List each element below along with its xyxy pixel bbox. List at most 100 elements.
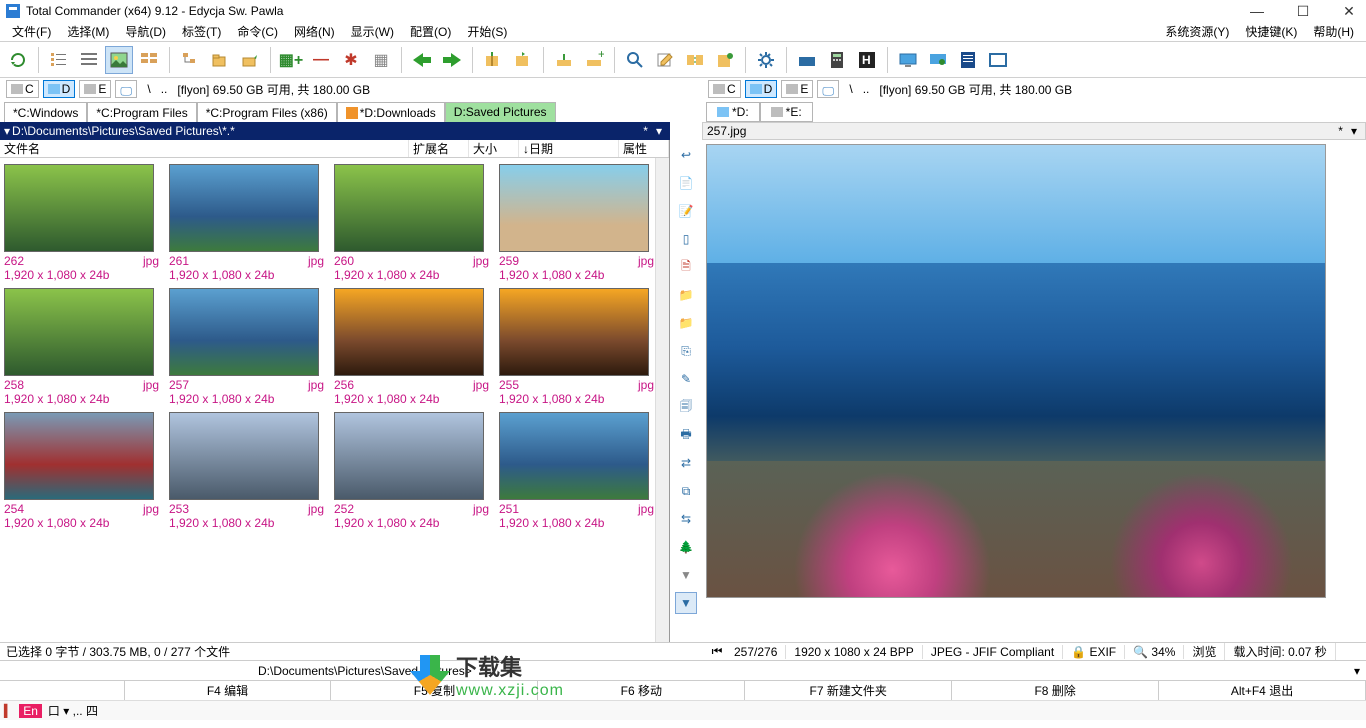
scrollbar-vertical[interactable] bbox=[655, 158, 669, 642]
refresh-icon[interactable] bbox=[4, 46, 32, 74]
blank-file-icon[interactable]: ▯ bbox=[675, 228, 697, 250]
thumbnail-item[interactable]: 257jpg 1,920 x 1,080 x 24b bbox=[169, 288, 324, 406]
tab-downloads[interactable]: *D:Downloads bbox=[337, 102, 445, 122]
updir-left[interactable]: .. bbox=[161, 82, 168, 96]
preview-image[interactable] bbox=[706, 144, 1326, 598]
drive-net-right[interactable]: 🖵 bbox=[817, 80, 839, 98]
updir-right[interactable]: .. bbox=[863, 82, 870, 96]
cmd-icon[interactable] bbox=[793, 46, 821, 74]
compare-content-icon[interactable]: ⧉ bbox=[675, 480, 697, 502]
left-path-bar[interactable]: ▾ D:\Documents\Pictures\Saved Pictures\*… bbox=[0, 122, 670, 140]
tab-d-drive[interactable]: *D: bbox=[706, 102, 760, 122]
drive-c-left[interactable]: C bbox=[6, 80, 39, 98]
tab-program-files-x86[interactable]: *C:Program Files (x86) bbox=[197, 102, 337, 122]
drive-e-right[interactable]: E bbox=[781, 80, 813, 98]
history-drop-left[interactable]: ▾ bbox=[652, 124, 666, 138]
view-brief-icon[interactable] bbox=[135, 46, 163, 74]
new-folder-icon[interactable]: 📁 bbox=[675, 284, 697, 306]
col-ext[interactable]: 扩展名 bbox=[409, 140, 469, 157]
drive-e-left[interactable]: E bbox=[79, 80, 111, 98]
view-details-icon[interactable] bbox=[75, 46, 103, 74]
f4-edit[interactable]: F4 编辑 bbox=[125, 681, 332, 700]
col-date[interactable]: ↓日期 bbox=[519, 140, 619, 157]
col-size[interactable]: 大小 bbox=[469, 140, 519, 157]
drive-net-left[interactable]: 🖵 bbox=[115, 80, 137, 98]
first-icon[interactable]: ⏮ bbox=[708, 644, 726, 659]
tab-e-drive[interactable]: *E: bbox=[760, 102, 813, 122]
drive-d-right[interactable]: D bbox=[745, 80, 778, 98]
ftp-connect-icon[interactable] bbox=[550, 46, 578, 74]
settings-icon[interactable] bbox=[752, 46, 780, 74]
favorites-star-left[interactable]: * bbox=[639, 124, 652, 138]
thumbnail-item[interactable]: 252jpg 1,920 x 1,080 x 24b bbox=[334, 412, 489, 530]
menu-tabs[interactable]: 标签(T) bbox=[174, 23, 229, 40]
tab-program-files[interactable]: *C:Program Files bbox=[87, 102, 196, 122]
hex-icon[interactable]: H bbox=[853, 46, 881, 74]
favorites-star-right[interactable]: * bbox=[1334, 124, 1347, 138]
lang-flag-icon[interactable]: ▍ bbox=[4, 704, 13, 718]
sync-icon[interactable] bbox=[681, 46, 709, 74]
menu-commands[interactable]: 命令(C) bbox=[229, 23, 286, 40]
forward-icon[interactable] bbox=[438, 46, 466, 74]
calc-size-icon[interactable]: 🗐 bbox=[675, 396, 697, 418]
altf4-exit[interactable]: Alt+F4 退出 bbox=[1159, 681, 1366, 700]
new-file-icon[interactable]: 📄 bbox=[675, 172, 697, 194]
menu-show[interactable]: 显示(W) bbox=[343, 23, 402, 40]
folder-up-icon[interactable] bbox=[236, 46, 264, 74]
root-sep-right[interactable]: \ bbox=[849, 82, 852, 96]
rename-icon[interactable] bbox=[651, 46, 679, 74]
thumbnails-grid[interactable]: 262jpg 1,920 x 1,080 x 24b 261jpg 1,920 … bbox=[0, 158, 655, 642]
thumbnail-item[interactable]: 259jpg 1,920 x 1,080 x 24b bbox=[499, 164, 654, 282]
view-thumbs-icon[interactable] bbox=[105, 46, 133, 74]
menu-net[interactable]: 网络(N) bbox=[286, 23, 343, 40]
thumbnail-item[interactable]: 251jpg 1,920 x 1,080 x 24b bbox=[499, 412, 654, 530]
delete-folder-icon[interactable]: 📁 bbox=[675, 312, 697, 334]
search-icon[interactable] bbox=[621, 46, 649, 74]
menu-nav[interactable]: 导航(D) bbox=[117, 23, 174, 40]
menu-select[interactable]: 选择(M) bbox=[59, 23, 117, 40]
reselect-icon[interactable]: ▦ bbox=[367, 46, 395, 74]
ftp-new-icon[interactable]: + bbox=[580, 46, 608, 74]
status-zoom[interactable]: 🔍 34% bbox=[1125, 645, 1184, 659]
cmd-history-drop[interactable]: ▾ bbox=[1348, 664, 1366, 678]
thumbnail-item[interactable]: 253jpg 1,920 x 1,080 x 24b bbox=[169, 412, 324, 530]
thumbnail-item[interactable]: 261jpg 1,920 x 1,080 x 24b bbox=[169, 164, 324, 282]
select-minus-icon[interactable]: — bbox=[307, 46, 335, 74]
thumbnail-item[interactable]: 262jpg 1,920 x 1,080 x 24b bbox=[4, 164, 159, 282]
menu-help[interactable]: 帮助(H) bbox=[1305, 23, 1362, 40]
status-browse[interactable]: 浏览 bbox=[1184, 643, 1225, 660]
menu-file[interactable]: 文件(F) bbox=[4, 23, 59, 40]
col-attr[interactable]: 属性 bbox=[619, 140, 669, 157]
notepad-icon[interactable] bbox=[954, 46, 982, 74]
view-list-icon[interactable] bbox=[45, 46, 73, 74]
tree-icon[interactable] bbox=[176, 46, 204, 74]
filter-active-icon[interactable]: ▼ bbox=[675, 592, 697, 614]
branch-view-icon[interactable]: 🌲 bbox=[675, 536, 697, 558]
print-icon[interactable]: 🖶 bbox=[675, 424, 697, 446]
select-plus-icon[interactable]: ▦+ bbox=[277, 46, 305, 74]
desktop-icon[interactable] bbox=[894, 46, 922, 74]
menu-sysres[interactable]: 系统资源(Y) bbox=[1157, 23, 1237, 40]
copy-names-icon[interactable] bbox=[711, 46, 739, 74]
control-panel-icon[interactable] bbox=[924, 46, 952, 74]
edit-file-icon[interactable]: 📝 bbox=[675, 200, 697, 222]
menu-hotkeys[interactable]: 快捷键(K) bbox=[1237, 23, 1305, 40]
col-name[interactable]: 文件名 bbox=[0, 140, 409, 157]
drive-d-left[interactable]: D bbox=[43, 80, 76, 98]
maximize-button[interactable]: ☐ bbox=[1292, 3, 1314, 20]
pack-icon[interactable] bbox=[479, 46, 507, 74]
delete-file-icon[interactable]: 🗎 bbox=[675, 256, 697, 278]
cmd-input[interactable] bbox=[480, 662, 1348, 680]
invert-selection-icon[interactable]: ✱ bbox=[337, 46, 365, 74]
unpack-icon[interactable] bbox=[509, 46, 537, 74]
root-sep-left[interactable]: \ bbox=[147, 82, 150, 96]
lang-indicator[interactable]: En bbox=[19, 704, 42, 718]
thumbnail-item[interactable]: 254jpg 1,920 x 1,080 x 24b bbox=[4, 412, 159, 530]
compare-icon[interactable]: ⇄ bbox=[675, 452, 697, 474]
f6-move[interactable]: F6 移动 bbox=[538, 681, 745, 700]
minimize-button[interactable]: — bbox=[1246, 3, 1268, 20]
window-icon[interactable] bbox=[984, 46, 1012, 74]
edit-attr-icon[interactable]: ✎ bbox=[675, 368, 697, 390]
right-path-bar[interactable]: 257.jpg * ▾ bbox=[702, 122, 1366, 140]
sync-dirs-icon[interactable]: ⇆ bbox=[675, 508, 697, 530]
